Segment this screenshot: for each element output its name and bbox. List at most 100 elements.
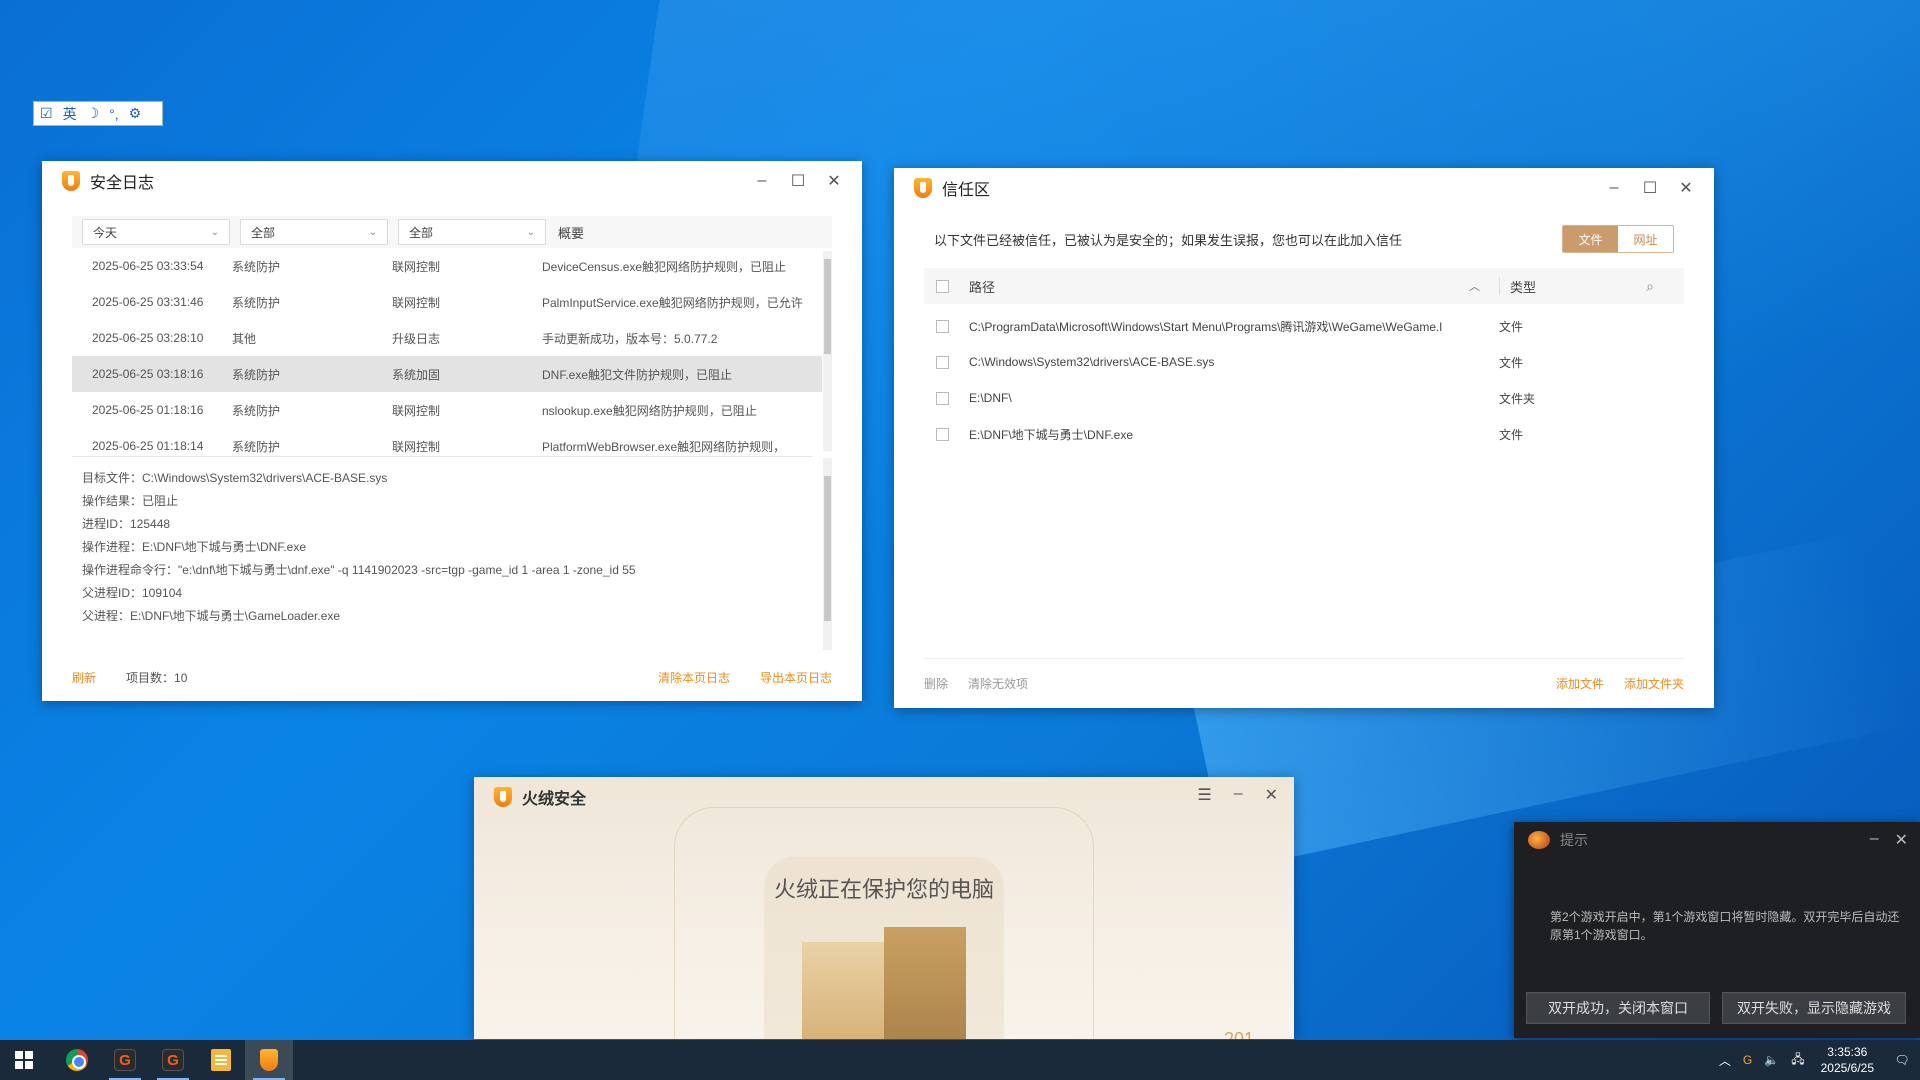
type-filter-select[interactable]: 全部 ⌄	[398, 219, 546, 245]
log-category: 其他	[232, 331, 257, 346]
taskbar-notes[interactable]	[197, 1040, 245, 1080]
select-all-checkbox[interactable]	[936, 279, 949, 293]
ime-punct-icon[interactable]: °,	[109, 106, 119, 122]
taskbar-game-launcher-2[interactable]: G	[149, 1040, 197, 1080]
ime-toolbar[interactable]: ☑ 英 ☽ °, ⚙	[33, 101, 163, 126]
taskbar-huorong[interactable]	[245, 1040, 293, 1080]
close-button[interactable]: ✕	[1265, 785, 1278, 805]
date-filter-select[interactable]: 今天 ⌄	[82, 219, 230, 245]
row-checkbox[interactable]	[936, 391, 949, 405]
taskbar-game-launcher-1[interactable]: G	[101, 1040, 149, 1080]
scrollbar-thumb[interactable]	[824, 259, 831, 354]
clear-invalid-button[interactable]: 清除无效项	[968, 675, 1028, 692]
window-title: 安全日志	[90, 175, 155, 192]
title-bar[interactable]: 信任区 – ☐ ✕	[894, 168, 1714, 208]
export-page-log-link[interactable]: 导出本页日志	[760, 669, 832, 686]
huorong-shield-icon	[62, 171, 80, 191]
taskbar-chrome[interactable]	[53, 1040, 101, 1080]
minimize-button[interactable]: –	[1596, 179, 1632, 197]
search-icon[interactable]: ⌕	[1630, 278, 1670, 295]
log-summary: PalmInputService.exe触犯网络防护规则，已允许	[542, 295, 803, 310]
title-bar[interactable]: 火绒安全	[494, 785, 586, 809]
table-row[interactable]: E:\DNF\ 文件夹	[924, 380, 1684, 416]
log-type: 系统加固	[392, 367, 441, 382]
table-row[interactable]: C:\Windows\System32\drivers\ACE-BASE.sys…	[924, 344, 1684, 380]
trust-intro-text: 以下文件已经被信任，已被认为是安全的；如果发生误报，您也可以在此加入信任	[934, 233, 1403, 248]
log-category: 系统防护	[232, 259, 281, 274]
game-tray-icon[interactable]: G	[1743, 1053, 1752, 1067]
table-row[interactable]: C:\ProgramData\Microsoft\Windows\Start M…	[924, 308, 1684, 344]
category-filter-select[interactable]: 全部 ⌄	[240, 219, 388, 245]
trust-path: E:\DNF\	[969, 391, 1012, 405]
date-filter-value: 今天	[93, 225, 118, 240]
table-row[interactable]: 2025-06-25 01:18:16 系统防护 联网控制 nslookup.exe触…	[72, 392, 822, 428]
ime-gear-icon[interactable]: ⚙	[129, 105, 142, 122]
maximize-button[interactable]: ☐	[780, 171, 816, 191]
close-button[interactable]: ✕	[1895, 830, 1908, 850]
log-time: 2025-06-25 03:28:10	[92, 331, 204, 345]
detail-scrollbar[interactable]	[823, 458, 832, 650]
log-time: 2025-06-25 03:33:54	[92, 259, 204, 273]
minimize-button[interactable]: –	[1870, 830, 1879, 850]
scrollbar-thumb[interactable]	[824, 476, 831, 621]
ime-checkbox-icon[interactable]: ☑	[40, 105, 53, 122]
log-summary: PlatformWebBrowser.exe触犯网络防护规则，	[542, 439, 786, 454]
log-table-scrollbar[interactable]	[823, 251, 832, 451]
detail-line: 目标文件：C:\Windows\System32\drivers\ACE-BAS…	[82, 471, 388, 485]
table-row[interactable]: 2025-06-25 03:31:46 系统防护 联网控制 PalmInputServ…	[72, 284, 822, 320]
network-icon[interactable]: 🖧	[1791, 1050, 1804, 1071]
log-type: 联网控制	[392, 259, 441, 274]
clear-page-log-link[interactable]: 清除本页日志	[658, 669, 730, 686]
chevron-up-icon[interactable]: ︿	[1719, 1052, 1731, 1069]
table-row-selected[interactable]: 2025-06-25 03:18:16 系统防护 系统加固 DNF.exe触犯文件防护…	[72, 356, 822, 392]
volume-icon[interactable]: 🔈	[1764, 1053, 1779, 1067]
security-log-window: 安全日志 – ☐ ✕ 今天 ⌄ 全部 ⌄ 全部 ⌄ 概要 2025-06-25 03:…	[42, 161, 862, 701]
row-checkbox[interactable]	[936, 427, 949, 441]
chevron-down-icon: ⌄	[526, 226, 535, 238]
trust-path: C:\ProgramData\Microsoft\Windows\Start M…	[969, 319, 1443, 334]
tip-title: 提示	[1560, 832, 1588, 848]
title-bar[interactable]: 安全日志 – ☐ ✕	[42, 161, 862, 201]
ime-moon-icon[interactable]: ☽	[87, 105, 100, 122]
tip-title-bar[interactable]: 提示	[1514, 822, 1920, 858]
add-folder-link[interactable]: 添加文件夹	[1624, 675, 1684, 692]
row-checkbox[interactable]	[936, 319, 949, 333]
minimize-button[interactable]: –	[1234, 785, 1243, 805]
start-button[interactable]	[0, 1040, 48, 1080]
close-button[interactable]: ✕	[816, 171, 852, 191]
table-row[interactable]: 2025-06-25 03:33:54 系统防护 联网控制 DeviceCensus.…	[72, 248, 822, 284]
dual-open-fail-button[interactable]: 双开失败，显示隐藏游戏	[1722, 992, 1906, 1024]
sort-ascending-icon[interactable]: ︿	[1469, 278, 1489, 294]
add-file-link[interactable]: 添加文件	[1556, 675, 1604, 692]
trust-type-toggle: 文件 网址	[1562, 225, 1674, 253]
delete-button[interactable]: 删除	[924, 675, 948, 692]
maximize-button[interactable]: ☐	[1632, 178, 1668, 198]
log-type: 联网控制	[392, 439, 441, 454]
type-column-header[interactable]: 类型	[1510, 277, 1630, 296]
log-type: 联网控制	[392, 403, 441, 418]
window-title: 信任区	[942, 182, 991, 199]
minimize-button[interactable]: –	[744, 172, 780, 190]
category-filter-value: 全部	[251, 225, 276, 240]
ime-language-toggle[interactable]: 英	[63, 104, 77, 124]
trust-zone-window: 信任区 – ☐ ✕ 以下文件已经被信任，已被认为是安全的；如果发生误报，您也可以…	[894, 168, 1714, 708]
trust-type: 文件	[1499, 427, 1524, 442]
log-footer: 刷新 项目数：10 清除本页日志 导出本页日志	[72, 667, 832, 687]
table-row[interactable]: 2025-06-25 03:28:10 其他 升级日志 手动更新成功，版本号：5.0.…	[72, 320, 822, 356]
item-count: 项目数：10	[126, 670, 188, 685]
clock[interactable]: 3:35:36 2025/6/25	[1821, 1044, 1874, 1076]
row-checkbox[interactable]	[936, 355, 949, 369]
huorong-shield-icon	[260, 1049, 278, 1071]
dual-open-success-button[interactable]: 双开成功，关闭本窗口	[1526, 992, 1710, 1024]
tab-file[interactable]: 文件	[1563, 226, 1618, 252]
table-row[interactable]: 2025-06-25 01:18:14 系统防护 联网控制 PlatformWebBr…	[72, 428, 822, 453]
notification-center-button[interactable]: 🗨	[1884, 1040, 1920, 1080]
detail-line: 操作进程：E:\DNF\地下城与勇士\DNF.exe	[82, 540, 307, 554]
trust-path: C:\Windows\System32\drivers\ACE-BASE.sys	[969, 355, 1215, 369]
menu-icon[interactable]: ☰	[1197, 785, 1211, 805]
path-column-header[interactable]: 路径	[969, 277, 1469, 296]
refresh-link[interactable]: 刷新	[72, 669, 96, 686]
close-button[interactable]: ✕	[1668, 178, 1704, 198]
tab-url[interactable]: 网址	[1618, 226, 1673, 252]
table-row[interactable]: E:\DNF\地下城与勇士\DNF.exe 文件	[924, 416, 1684, 452]
